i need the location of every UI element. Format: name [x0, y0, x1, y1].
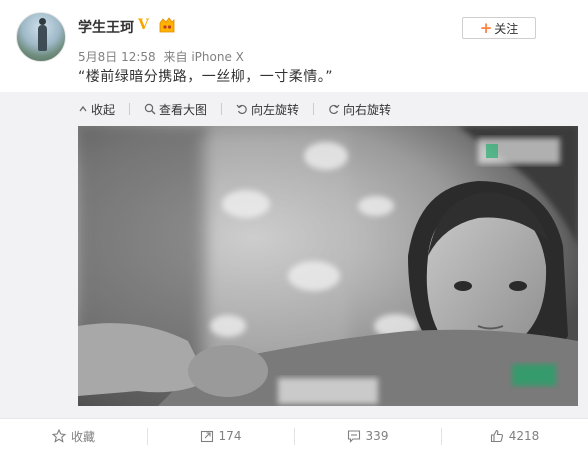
repost-count: 174	[218, 429, 242, 443]
collapse-icon	[79, 105, 87, 112]
post-image[interactable]	[78, 126, 578, 406]
post-source[interactable]: 来自 iPhone X	[164, 50, 244, 64]
level-badge-icon	[158, 17, 176, 34]
post-text: “楼前绿暗分携路，一丝柳，一寸柔情。”	[78, 69, 334, 85]
thumb-up-icon	[490, 429, 503, 443]
comment-count: 339	[365, 429, 389, 443]
view-large-label: 查看大图	[159, 102, 208, 117]
collapse-label: 收起	[91, 102, 116, 117]
action-bar: 收藏 174 339 4218	[0, 418, 588, 453]
follow-label: 关注	[494, 21, 519, 36]
verified-v-icon: V	[138, 17, 149, 33]
toolbar-divider	[129, 103, 131, 115]
rotate-left-icon	[236, 104, 247, 115]
post-date[interactable]: 5月8日 12:58	[78, 50, 156, 64]
rotate-left-label: 向左旋转	[251, 102, 300, 117]
repost-icon	[200, 430, 213, 443]
plus-icon: +	[479, 18, 493, 37]
username[interactable]: 学生王珂	[78, 17, 134, 37]
rotate-right-icon	[329, 104, 340, 115]
like-button[interactable]: 4218	[441, 419, 588, 453]
favorite-label: 收藏	[70, 429, 95, 444]
star-icon	[51, 429, 66, 443]
comment-icon	[347, 430, 360, 443]
toolbar-divider	[221, 103, 223, 115]
follow-button[interactable]: + 关注	[462, 17, 536, 39]
view-large-icon	[144, 103, 156, 115]
comment-button[interactable]: 339	[294, 419, 441, 453]
post-meta: 5月8日 12:58 来自 iPhone X	[78, 48, 248, 65]
rotate-left-button[interactable]: 向左旋转	[236, 101, 299, 118]
view-large-button[interactable]: 查看大图	[144, 101, 207, 118]
repost-button[interactable]: 174	[147, 419, 294, 453]
collapse-button[interactable]: 收起	[78, 101, 115, 118]
like-count: 4218	[508, 429, 540, 443]
toolbar-divider	[313, 103, 315, 115]
rotate-right-label: 向右旋转	[343, 102, 392, 117]
rotate-right-button[interactable]: 向右旋转	[328, 101, 391, 118]
favorite-button[interactable]: 收藏	[0, 419, 147, 453]
avatar[interactable]	[16, 12, 66, 62]
media-toolbar: 收起 查看大图 向左旋转 向右旋转	[78, 99, 405, 119]
